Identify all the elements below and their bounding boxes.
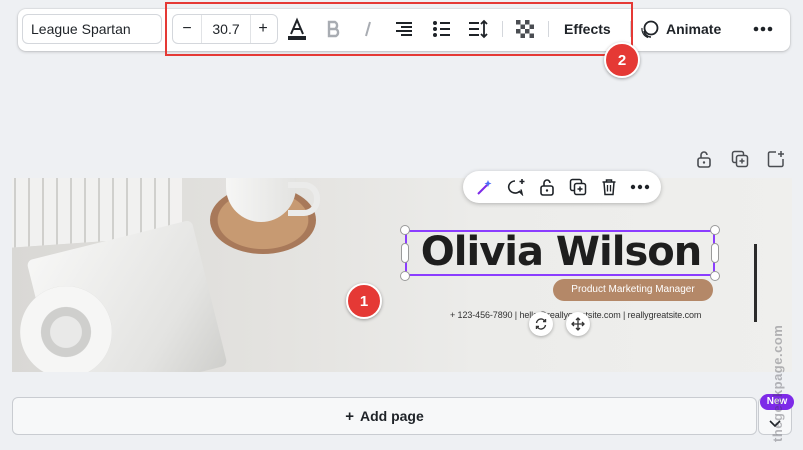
italic-button[interactable] xyxy=(358,15,378,43)
animate-icon xyxy=(641,20,659,39)
italic-icon xyxy=(365,21,371,37)
contact-text[interactable]: + 123-456-7890 | hello@reallygreatsite.c… xyxy=(450,310,750,320)
background-photo-cup-handle xyxy=(288,182,320,216)
magic-edit-button[interactable] xyxy=(473,175,497,199)
annotation-badge-1: 1 xyxy=(346,283,382,319)
text-color-icon xyxy=(288,17,306,40)
delete-element-button[interactable] xyxy=(597,175,621,199)
resize-handle-bottom-right[interactable] xyxy=(710,271,720,281)
rotate-button[interactable] xyxy=(529,312,553,336)
accent-line[interactable] xyxy=(754,244,757,322)
plus-icon: + xyxy=(345,407,354,425)
add-page-label: Add page xyxy=(359,408,424,424)
more-horizontal-icon xyxy=(630,184,649,190)
line-spacing-icon xyxy=(469,19,488,39)
comment-button[interactable] xyxy=(504,175,528,199)
comment-add-icon xyxy=(507,179,524,196)
font-family-dropdown[interactable]: League Spartan xyxy=(22,14,162,44)
animate-label: Animate xyxy=(666,21,722,37)
resize-handle-bottom-left[interactable] xyxy=(400,271,410,281)
more-horizontal-icon xyxy=(753,26,773,32)
add-page-button[interactable]: + Add page xyxy=(12,397,757,435)
move-icon xyxy=(571,317,585,331)
annotation-badge-2: 2 xyxy=(604,42,640,78)
duplicate-icon xyxy=(731,150,749,168)
toolbar-divider xyxy=(548,21,549,37)
font-size-input[interactable]: 30.7 xyxy=(201,15,251,43)
background-photo-tape xyxy=(20,286,112,372)
toolbar-divider xyxy=(630,21,631,37)
font-size-control: − 30.7 + xyxy=(172,14,278,44)
lock-element-button[interactable] xyxy=(535,175,559,199)
align-right-icon xyxy=(396,22,412,36)
transparency-button[interactable] xyxy=(514,15,536,43)
more-options-button[interactable] xyxy=(748,15,778,43)
lock-page-button[interactable] xyxy=(695,150,713,168)
decrease-font-size-button[interactable]: − xyxy=(175,15,199,43)
role-badge[interactable]: Product Marketing Manager xyxy=(553,279,713,301)
resize-handle-left[interactable] xyxy=(401,243,409,263)
animate-button[interactable]: Animate xyxy=(640,15,721,43)
selection-box xyxy=(405,230,715,276)
lock-icon xyxy=(539,179,554,196)
text-color-button[interactable] xyxy=(286,15,308,43)
text-toolbar: League Spartan − 30.7 + Effects Animate xyxy=(18,9,790,51)
magic-wand-icon xyxy=(476,180,491,195)
add-page-icon-button[interactable] xyxy=(767,150,785,168)
element-more-button[interactable] xyxy=(628,175,652,199)
bold-button[interactable] xyxy=(324,15,344,43)
toolbar-divider xyxy=(502,21,503,37)
rotate-icon xyxy=(535,318,547,330)
element-floating-toolbar xyxy=(463,171,661,203)
bold-icon xyxy=(327,20,340,38)
transparency-icon xyxy=(516,20,534,38)
watermark: thegeekpage.com xyxy=(770,324,785,442)
resize-handle-top-left[interactable] xyxy=(400,225,410,235)
duplicate-page-button[interactable] xyxy=(731,150,749,168)
move-button[interactable] xyxy=(566,312,590,336)
lock-icon xyxy=(697,151,711,168)
design-canvas[interactable]: Olivia Wilson Product Marketing Manager … xyxy=(12,178,792,372)
resize-handle-right[interactable] xyxy=(711,243,719,263)
page-actions xyxy=(695,150,803,168)
increase-font-size-button[interactable]: + xyxy=(251,15,275,43)
spacing-button[interactable] xyxy=(466,15,490,43)
list-button[interactable] xyxy=(430,15,454,43)
duplicate-icon xyxy=(569,178,586,196)
duplicate-element-button[interactable] xyxy=(566,175,590,199)
text-align-button[interactable] xyxy=(392,15,416,43)
add-page-icon xyxy=(767,151,784,168)
effects-button[interactable]: Effects xyxy=(558,15,617,43)
resize-handle-top-right[interactable] xyxy=(710,225,720,235)
trash-icon xyxy=(602,179,615,196)
bullet-list-icon xyxy=(433,21,450,37)
